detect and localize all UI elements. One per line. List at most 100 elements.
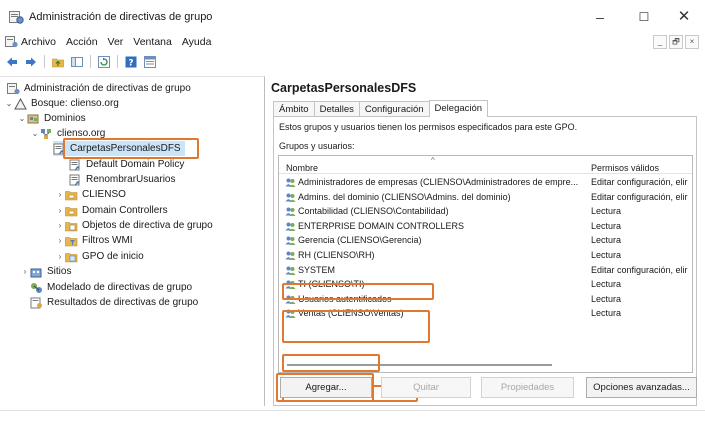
group-name: Usuarios autentificados [298, 293, 392, 304]
list-item[interactable]: TI (CLIENSO\TI) Lectura [279, 278, 692, 291]
back-arrow-icon[interactable] [6, 56, 18, 68]
chevron-right-icon[interactable]: › [55, 233, 65, 248]
menu-ayuda[interactable]: Ayuda [182, 36, 212, 48]
maximize-button[interactable]: ☐ [624, 0, 664, 34]
tree-item-label: Domain Controllers [82, 205, 168, 216]
tree-item-renombrarusuarios[interactable]: RenombrarUsuarios [69, 172, 175, 187]
group-name: TI (CLIENSO\TI) [298, 279, 365, 290]
column-header-name[interactable]: Nombre [286, 163, 318, 173]
help-icon[interactable]: ? [125, 56, 137, 68]
tree-item-carpetaspersonalesdfs[interactable]: CarpetasPersonalesDFS [53, 141, 185, 156]
group-name: Gerencia (CLIENSO\Gerencia) [298, 235, 422, 246]
tree-item-clienso-ou[interactable]: › CLIENSO [55, 187, 126, 202]
properties-icon[interactable] [144, 55, 156, 68]
console-tree-icon[interactable] [71, 56, 83, 68]
refresh-icon[interactable] [98, 55, 110, 68]
tab-delegacion[interactable]: Delegación [428, 100, 489, 117]
list-item[interactable]: Usuarios autentificados Lectura [279, 293, 692, 306]
tree-item-gpo-objects[interactable]: › Objetos de directiva de grupo [55, 218, 213, 233]
toolbar-separator [90, 55, 91, 68]
chevron-right-icon[interactable]: › [55, 218, 65, 233]
permissions-list[interactable]: Nombre ^ Permisos válidos Administradore… [278, 155, 693, 373]
tree-item-label: Modelado de directivas de grupo [47, 282, 193, 293]
tree-item-modeling[interactable]: Modelado de directivas de grupo [20, 280, 192, 295]
sort-ascending-icon: ^ [431, 156, 435, 165]
tree-item-wmi-filters[interactable]: › Filtros WMI [55, 233, 133, 248]
ou-icon [65, 190, 78, 200]
minimize-button[interactable]: – [580, 0, 620, 34]
tree-item-sitios[interactable]: › Sitios [20, 264, 71, 279]
advanced-options-button[interactable]: Opciones avanzadas... [586, 377, 697, 398]
chevron-down-icon[interactable]: ⌄ [4, 96, 14, 111]
remove-button[interactable]: Quitar [381, 377, 471, 398]
wmi-folder-icon [65, 236, 78, 246]
user-group-icon [285, 178, 296, 187]
tree-item-label: Bosque: clienso.org [31, 98, 119, 109]
gpmc-app-icon [9, 11, 24, 24]
forward-arrow-icon[interactable] [25, 56, 37, 68]
menu-accion[interactable]: Acción [66, 36, 98, 48]
menu-ver[interactable]: Ver [108, 36, 124, 48]
console-tree-pane: Administración de directivas de grupo ⌄ … [0, 76, 265, 406]
tree-item-dominios[interactable]: ⌄ Dominios [17, 111, 86, 126]
group-permissions: Lectura [591, 293, 622, 304]
tab-ambito[interactable]: Ámbito [273, 101, 315, 117]
close-button[interactable]: ✕ [664, 0, 704, 34]
tab-detalles[interactable]: Detalles [313, 101, 360, 117]
status-bar [0, 410, 705, 438]
tree-item-domain-controllers[interactable]: › Domain Controllers [55, 203, 168, 218]
chevron-right-icon[interactable]: › [55, 249, 65, 264]
chevron-down-icon[interactable]: ⌄ [17, 111, 27, 126]
column-header-permissions[interactable]: Permisos válidos [591, 163, 659, 173]
properties-button[interactable]: Propiedades [481, 377, 574, 398]
gpmc-icon [7, 82, 20, 94]
modeling-icon [31, 282, 42, 293]
group-permissions: Lectura [591, 279, 622, 290]
tree-item-label: RenombrarUsuarios [86, 174, 176, 185]
horizontal-scrollbar[interactable] [287, 364, 552, 366]
list-item[interactable]: Contabilidad (CLIENSO\Contabilidad) Lectu… [279, 205, 692, 218]
domains-icon [27, 114, 39, 123]
group-permissions: Lectura [591, 235, 622, 246]
list-item[interactable]: Gerencia (CLIENSO\Gerencia) Lectura [279, 234, 692, 247]
mdi-minimize-button[interactable]: _ [653, 35, 667, 49]
mmc-console-icon[interactable] [5, 36, 18, 48]
list-item[interactable]: RH (CLIENSO\RH) Lectura [279, 249, 692, 262]
chevron-right-icon[interactable]: › [55, 203, 65, 218]
list-item[interactable]: Ventas (CLIENSO\Ventas) Lectura [279, 307, 692, 320]
group-permissions: Editar configuración, elir [591, 191, 688, 202]
gpo-link-icon [69, 174, 80, 185]
mdi-close-button[interactable]: × [685, 35, 699, 49]
tree-item-starter-gpos[interactable]: › GPO de inicio [55, 249, 144, 264]
group-name: Admins. del dominio (CLIENSO\Admins. del… [298, 191, 511, 202]
chevron-right-icon[interactable]: › [55, 187, 65, 202]
delegation-panel: Estos grupos y usuarios tienen los permi… [273, 116, 697, 406]
group-name: ENTERPRISE DOMAIN CONTROLLERS [298, 220, 465, 231]
list-item[interactable]: SYSTEM Editar configuración, elir [279, 264, 692, 277]
list-item[interactable]: Admins. del dominio (CLIENSO\Admins. del… [279, 191, 692, 204]
tree-item-forest[interactable]: ⌄ Bosque: clienso.org [4, 96, 119, 111]
list-item[interactable]: ENTERPRISE DOMAIN CONTROLLERS Lectura [279, 220, 692, 233]
tree-item-default-domain-policy[interactable]: Default Domain Policy [69, 157, 184, 172]
add-button[interactable]: Agregar... [280, 377, 372, 398]
chevron-right-icon[interactable]: › [20, 264, 30, 279]
tree-item-gpmc[interactable]: Administración de directivas de grupo [7, 81, 191, 96]
chevron-down-icon[interactable]: ⌄ [30, 126, 40, 141]
menu-bar: Archivo Acción Ver Ventana Ayuda _ 🗗 × [0, 34, 705, 52]
tree-item-label: Default Domain Policy [86, 159, 185, 170]
user-group-icon [285, 222, 296, 231]
user-group-icon [285, 266, 296, 275]
window-title: Administración de directivas de grupo [29, 11, 213, 23]
mdi-restore-button[interactable]: 🗗 [669, 35, 683, 49]
menu-ventana[interactable]: Ventana [133, 36, 172, 48]
group-permissions: Lectura [591, 206, 622, 217]
tree-item-clienso-org[interactable]: ⌄ clienso.org [30, 126, 106, 141]
gpo-folder-icon [65, 221, 78, 231]
tree-item-results[interactable]: Resultados de directivas de grupo [20, 295, 198, 310]
menu-archivo[interactable]: Archivo [21, 36, 56, 48]
user-group-icon [285, 280, 296, 290]
tab-configuracion[interactable]: Configuración [358, 101, 430, 117]
folder-up-icon[interactable] [52, 56, 64, 68]
tree-item-label: Sitios [47, 266, 72, 277]
list-item[interactable]: Administradores de empresas (CLIENSO\Adm… [279, 176, 692, 189]
